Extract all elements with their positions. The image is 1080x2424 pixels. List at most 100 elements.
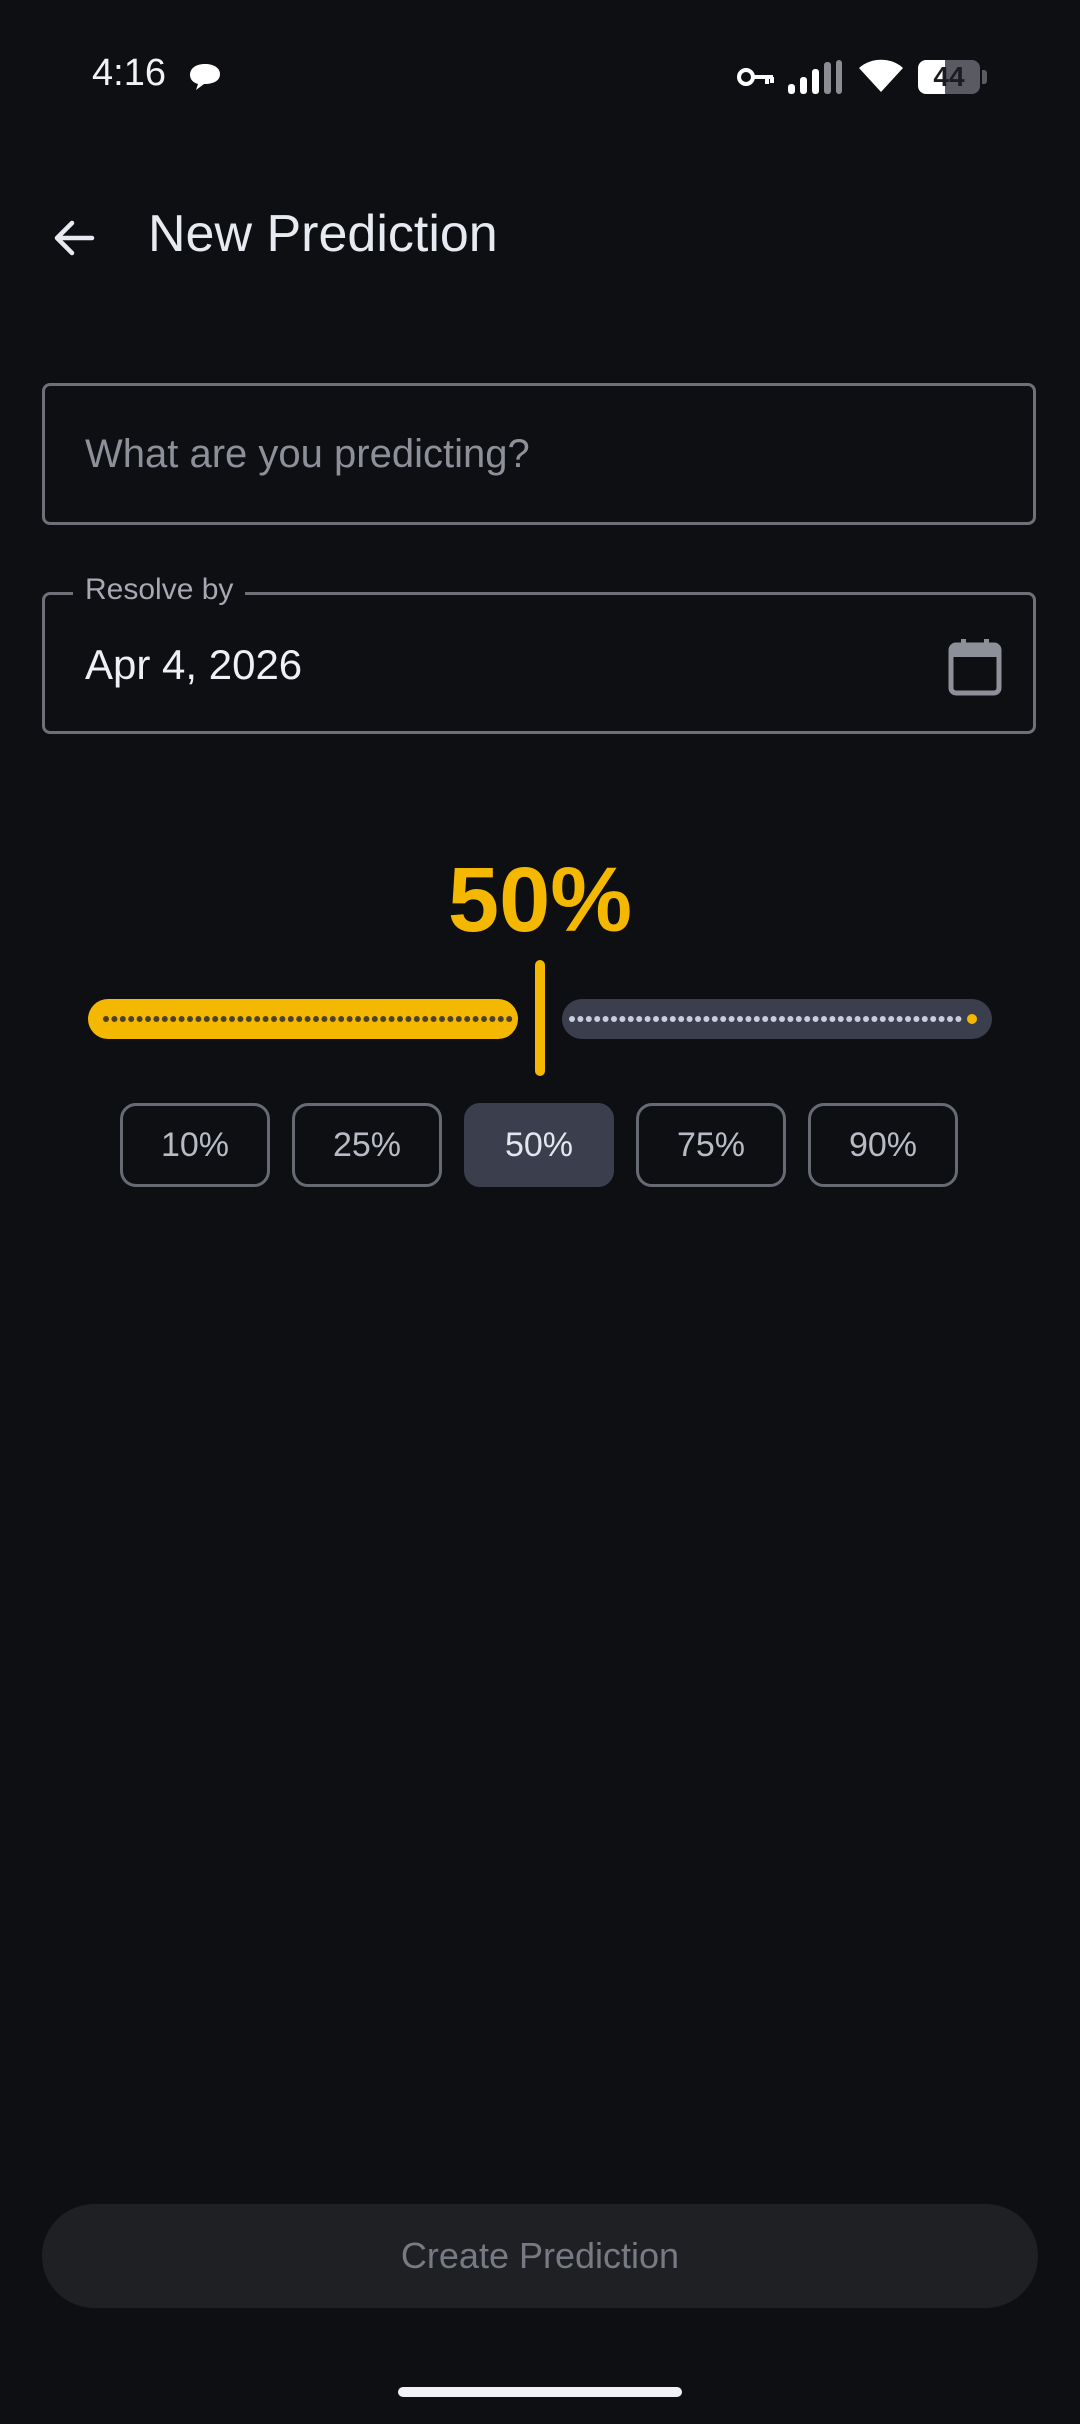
slider-tick: [430, 1016, 437, 1022]
vpn-key-icon: [737, 68, 774, 86]
slider-tick: [489, 1016, 496, 1022]
slider-tick: [229, 1016, 235, 1022]
slider-tick: [321, 1016, 328, 1022]
slider-tick: [313, 1016, 319, 1022]
slider-tick: [821, 1016, 827, 1022]
slider-tick: [346, 1016, 353, 1022]
preset-10[interactable]: 10%: [120, 1103, 270, 1187]
slider-tick: [338, 1016, 345, 1022]
slider-tick: [770, 1016, 777, 1022]
slider-tick: [871, 1016, 878, 1022]
slider-tick: [695, 1016, 701, 1022]
back-button[interactable]: [36, 200, 112, 276]
slider-tick: [145, 1016, 151, 1022]
slider-tick: [837, 1016, 844, 1022]
slider-tick: [413, 1016, 420, 1022]
question-input[interactable]: [85, 386, 945, 522]
slider-tick: [728, 1016, 735, 1022]
slider-tick: [636, 1016, 643, 1022]
probability-value: 50%: [447, 849, 633, 951]
slider-tick: [455, 1016, 462, 1022]
slider-tick: [304, 1016, 311, 1022]
slider-tick: [896, 1016, 903, 1022]
slider-tick: [611, 1016, 617, 1022]
create-prediction-button[interactable]: Create Prediction: [42, 2204, 1038, 2308]
slider-tick: [245, 1016, 252, 1022]
slider-tick: [161, 1016, 168, 1022]
battery-icon: 44: [918, 60, 988, 94]
resolve-date-value[interactable]: Apr 4, 2026: [85, 641, 302, 689]
slider-tick: [619, 1016, 626, 1022]
slider-tick: [905, 1016, 911, 1022]
slider-tick: [678, 1016, 685, 1022]
slider-tick: [329, 1016, 336, 1022]
slider-tick: [930, 1016, 937, 1022]
slider-tick: [921, 1016, 928, 1022]
slider-tick: [669, 1016, 676, 1022]
slider-tick: [279, 1016, 286, 1022]
slider-ticks-active: [103, 1016, 513, 1022]
slider-tick: [447, 1016, 454, 1022]
slider-tick: [170, 1016, 177, 1022]
slider-thumb[interactable]: [535, 960, 545, 1076]
slider-stop-indicator: [967, 1014, 977, 1024]
slider-tick: [753, 1016, 760, 1022]
slider-tick: [472, 1016, 479, 1022]
slider-tick: [644, 1016, 651, 1022]
slider-tick: [938, 1016, 945, 1022]
slider-tick: [720, 1016, 727, 1022]
slider-tick: [737, 1016, 743, 1022]
slider-tick: [481, 1016, 487, 1022]
slider-tick: [212, 1016, 219, 1022]
arrow-back-icon: [54, 220, 95, 256]
slider-tick: [779, 1016, 785, 1022]
slider-tick: [585, 1016, 592, 1022]
slider-tick: [888, 1016, 895, 1022]
preset-25[interactable]: 25%: [292, 1103, 442, 1187]
slider-track-active: [88, 999, 518, 1039]
slider-tick: [795, 1016, 802, 1022]
slider-tick: [829, 1016, 836, 1022]
slider-tick: [203, 1016, 210, 1022]
slider-tick: [627, 1016, 634, 1022]
create-prediction-label: Create Prediction: [400, 2235, 680, 2276]
slider-tick: [879, 1016, 886, 1022]
slider-tick: [254, 1016, 261, 1022]
slider-tick: [422, 1016, 429, 1022]
slider-tick: [380, 1016, 387, 1022]
slider-tick: [153, 1016, 160, 1022]
slider-tick: [464, 1016, 471, 1022]
wifi-icon: [859, 59, 903, 92]
slider-tick: [119, 1016, 126, 1022]
status-bar: 4:16 44: [0, 0, 1080, 150]
slider-tick: [497, 1016, 504, 1022]
slider-tick: [955, 1016, 962, 1022]
page-title: New Prediction: [148, 205, 498, 263]
preset-50[interactable]: 50%: [464, 1103, 614, 1187]
slider-tick: [405, 1016, 412, 1022]
question-field[interactable]: [42, 383, 1036, 525]
cell-signal-icon: [788, 60, 842, 94]
slider-tick: [804, 1016, 811, 1022]
slider-tick: [388, 1016, 395, 1022]
battery-level: 44: [933, 61, 965, 92]
slider-tick: [271, 1016, 277, 1022]
slider-tick: [812, 1016, 819, 1022]
slider-tick: [594, 1016, 601, 1022]
slider-tick: [397, 1016, 403, 1022]
probability-slider[interactable]: [88, 958, 992, 1078]
preset-75[interactable]: 75%: [636, 1103, 786, 1187]
slider-tick: [863, 1016, 869, 1022]
resolve-date-field[interactable]: Resolve by Apr 4, 2026: [42, 573, 1036, 734]
slider-tick: [602, 1016, 609, 1022]
slider-tick: [506, 1016, 513, 1022]
probability-presets: 10% 25% 50% 75% 90%: [120, 1103, 960, 1187]
slider-tick: [439, 1016, 445, 1022]
slider-tick: [913, 1016, 920, 1022]
slider-tick: [569, 1016, 575, 1022]
slider-tick: [262, 1016, 269, 1022]
slider-tick: [703, 1016, 710, 1022]
slider-tick: [745, 1016, 752, 1022]
preset-90[interactable]: 90%: [808, 1103, 958, 1187]
calendar-icon[interactable]: [947, 637, 1003, 697]
